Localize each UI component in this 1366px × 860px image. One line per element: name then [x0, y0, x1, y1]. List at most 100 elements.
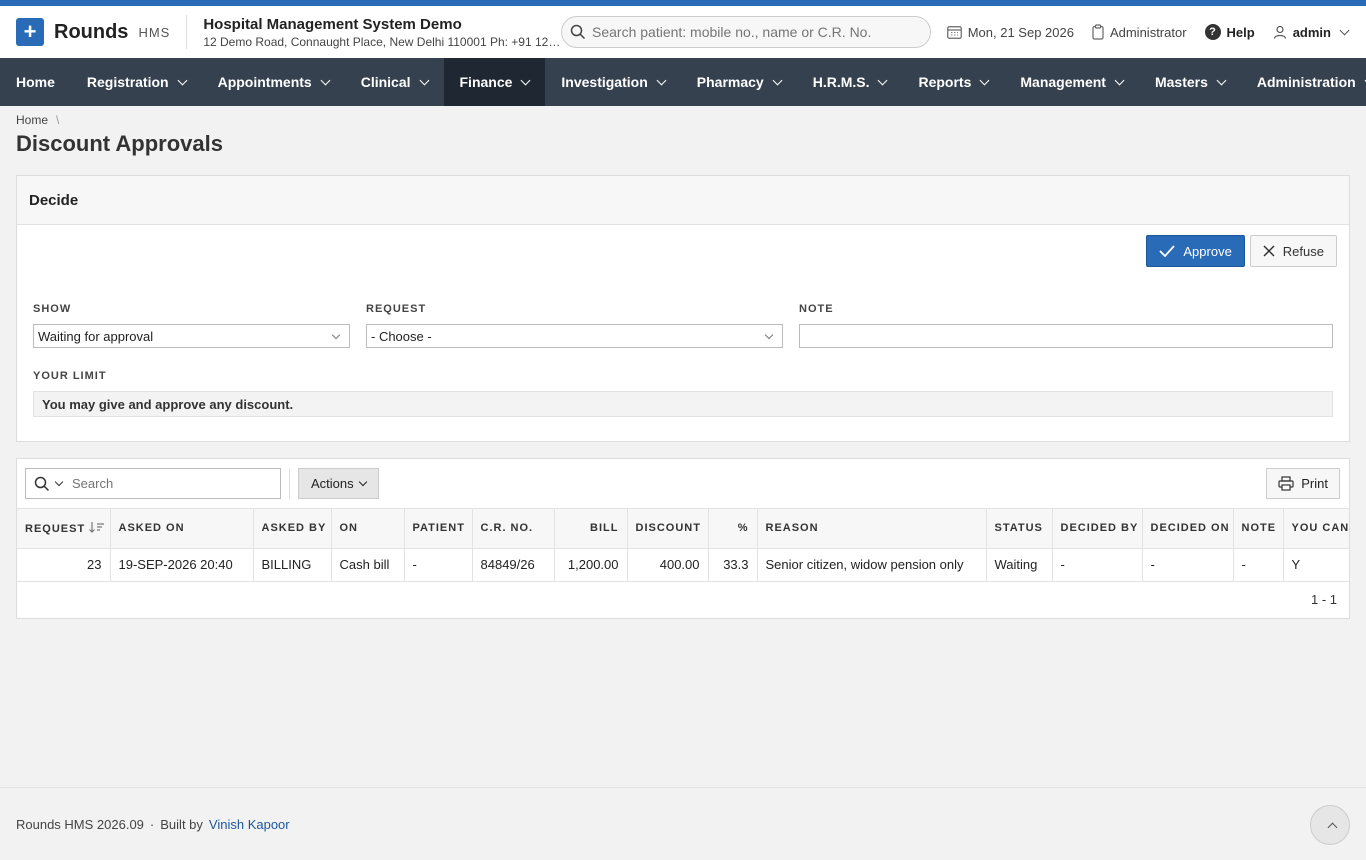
patient-search-box[interactable] — [561, 16, 931, 48]
cell-status: Waiting — [986, 548, 1053, 582]
chevron-down-icon — [177, 75, 188, 85]
scroll-to-top-button[interactable] — [1310, 805, 1350, 845]
sort-descending-icon[interactable] — [89, 521, 105, 534]
search-icon[interactable] — [34, 476, 50, 492]
chevron-down-icon — [1339, 25, 1350, 35]
col-asked-on[interactable]: ASKED ON — [110, 509, 254, 549]
clipboard-icon — [1092, 24, 1104, 40]
hospital-name: Hospital Management System Demo — [203, 15, 462, 33]
table-wrapper: REQUEST ASKED ON ASKED BY ON PATIENT C.R… — [17, 509, 1349, 582]
nav-reports[interactable]: Reports — [902, 58, 1004, 106]
footer-dot: · — [149, 816, 155, 832]
cell-percent: 33.3 — [708, 548, 758, 582]
footer-author-link[interactable]: Vinish Kapoor — [209, 817, 290, 832]
footer-built-by: Built by — [160, 816, 203, 832]
chevron-up-icon — [1327, 822, 1337, 832]
col-reason[interactable]: REASON — [757, 509, 987, 549]
nav-management[interactable]: Management — [1004, 58, 1139, 106]
chevron-down-icon[interactable] — [54, 477, 64, 486]
chevron-down-icon — [520, 75, 531, 85]
nav-hrms[interactable]: H.R.M.S. — [797, 58, 903, 106]
chevron-down-icon — [331, 330, 341, 339]
patient-search-input[interactable] — [592, 24, 912, 40]
col-patient[interactable]: PATIENT — [404, 509, 473, 549]
brand-subtitle: HMS — [138, 24, 171, 40]
print-button[interactable]: Print — [1266, 468, 1340, 499]
note-label: NOTE — [799, 303, 834, 315]
cell-request: 23 — [17, 548, 111, 582]
grid-search-input[interactable] — [72, 476, 252, 491]
decide-panel: Decide Approve Refuse SHOW Waiting for a… — [16, 175, 1350, 442]
help-text: Help — [1226, 24, 1255, 40]
search-icon — [570, 24, 586, 40]
col-percent[interactable]: % — [708, 509, 758, 549]
cell-you-can-decide: Y — [1283, 548, 1349, 582]
limit-label: YOUR LIMIT — [33, 370, 107, 382]
show-select[interactable]: Waiting for approval — [33, 324, 350, 348]
refuse-button[interactable]: Refuse — [1249, 235, 1337, 267]
user-menu[interactable]: admin — [1273, 25, 1350, 40]
nav-registration[interactable]: Registration — [71, 58, 202, 106]
col-request-label: REQUEST — [25, 523, 86, 536]
col-discount[interactable]: DISCOUNT — [627, 509, 709, 549]
help-link[interactable]: ? Help — [1204, 24, 1255, 40]
footer-version: Rounds HMS 2026.09 — [16, 816, 144, 832]
nav-finance[interactable]: Finance — [443, 58, 546, 106]
table-row[interactable]: 23 19-SEP-2026 20:40 BILLING Cash bill -… — [17, 548, 1349, 582]
col-asked-by[interactable]: ASKED BY — [253, 509, 332, 549]
nav-investigation[interactable]: Investigation — [545, 58, 680, 106]
note-input[interactable] — [799, 324, 1333, 348]
nav-label: Home — [16, 74, 55, 90]
cell-on: Cash bill — [331, 548, 405, 582]
request-field-group: REQUEST - Choose - — [366, 303, 783, 348]
hospital-info: Hospital Management System Demo 12 Demo … — [203, 16, 563, 49]
breadcrumb-home[interactable]: Home — [16, 113, 48, 127]
app-header: + Rounds HMS Hospital Management System … — [0, 6, 1366, 58]
col-cr-no[interactable]: C.R. NO. — [472, 509, 555, 549]
nav-clinical[interactable]: Clinical — [345, 58, 444, 106]
decide-panel-title: Decide — [17, 176, 1349, 225]
nav-pharmacy[interactable]: Pharmacy — [681, 58, 797, 106]
brand-name[interactable]: Rounds — [54, 21, 128, 44]
role-switcher[interactable]: Administrator — [1092, 24, 1187, 40]
nav-administration[interactable]: Administration — [1241, 58, 1366, 106]
nav-label: Pharmacy — [696, 74, 764, 90]
nav-appointments[interactable]: Appointments — [202, 58, 345, 106]
refuse-label: Refuse — [1282, 243, 1324, 259]
page-footer: Rounds HMS 2026.09 · Built by Vinish Kap… — [0, 787, 1366, 860]
decide-panel-body: Approve Refuse SHOW Waiting for approval… — [17, 225, 1349, 441]
col-request[interactable]: REQUEST — [17, 509, 111, 549]
plus-logo-icon[interactable]: + — [16, 18, 44, 46]
grid-toolbar: Actions Print — [17, 459, 1349, 509]
col-note[interactable]: NOTE — [1233, 509, 1284, 549]
print-label: Print — [1301, 476, 1328, 491]
chevron-down-icon — [320, 75, 331, 85]
show-select-value: Waiting for approval — [38, 328, 154, 344]
nav-home[interactable]: Home — [0, 58, 71, 106]
grid-search[interactable] — [25, 468, 281, 499]
col-on[interactable]: ON — [331, 509, 405, 549]
breadcrumb-separator: \ — [56, 113, 60, 127]
col-you-can-decide[interactable]: YOU CAN DECIDE — [1283, 509, 1349, 549]
approvals-table: REQUEST ASKED ON ASKED BY ON PATIENT C.R… — [17, 509, 1349, 582]
chevron-down-icon — [764, 330, 774, 339]
page-title: Discount Approvals — [16, 131, 223, 156]
col-decided-by[interactable]: DECIDED BY — [1052, 509, 1143, 549]
breadcrumb: Home \ — [0, 106, 1366, 127]
col-decided-on[interactable]: DECIDED ON — [1142, 509, 1234, 549]
col-bill[interactable]: BILL — [554, 509, 628, 549]
pagination-info: 1 - 1 — [1310, 592, 1337, 607]
nav-masters[interactable]: Masters — [1139, 58, 1241, 106]
user-icon — [1273, 25, 1286, 39]
request-select[interactable]: - Choose - — [366, 324, 783, 348]
col-status[interactable]: STATUS — [986, 509, 1053, 549]
actions-menu-button[interactable]: Actions — [298, 468, 379, 499]
request-label: REQUEST — [366, 303, 427, 315]
checkmark-icon — [1159, 245, 1176, 257]
approve-button[interactable]: Approve — [1146, 235, 1245, 267]
cell-reason: Senior citizen, widow pension only — [757, 548, 987, 582]
cell-note: - — [1233, 548, 1284, 582]
note-field-group: NOTE — [799, 303, 1333, 348]
show-label: SHOW — [33, 303, 72, 315]
close-icon — [1263, 245, 1275, 257]
